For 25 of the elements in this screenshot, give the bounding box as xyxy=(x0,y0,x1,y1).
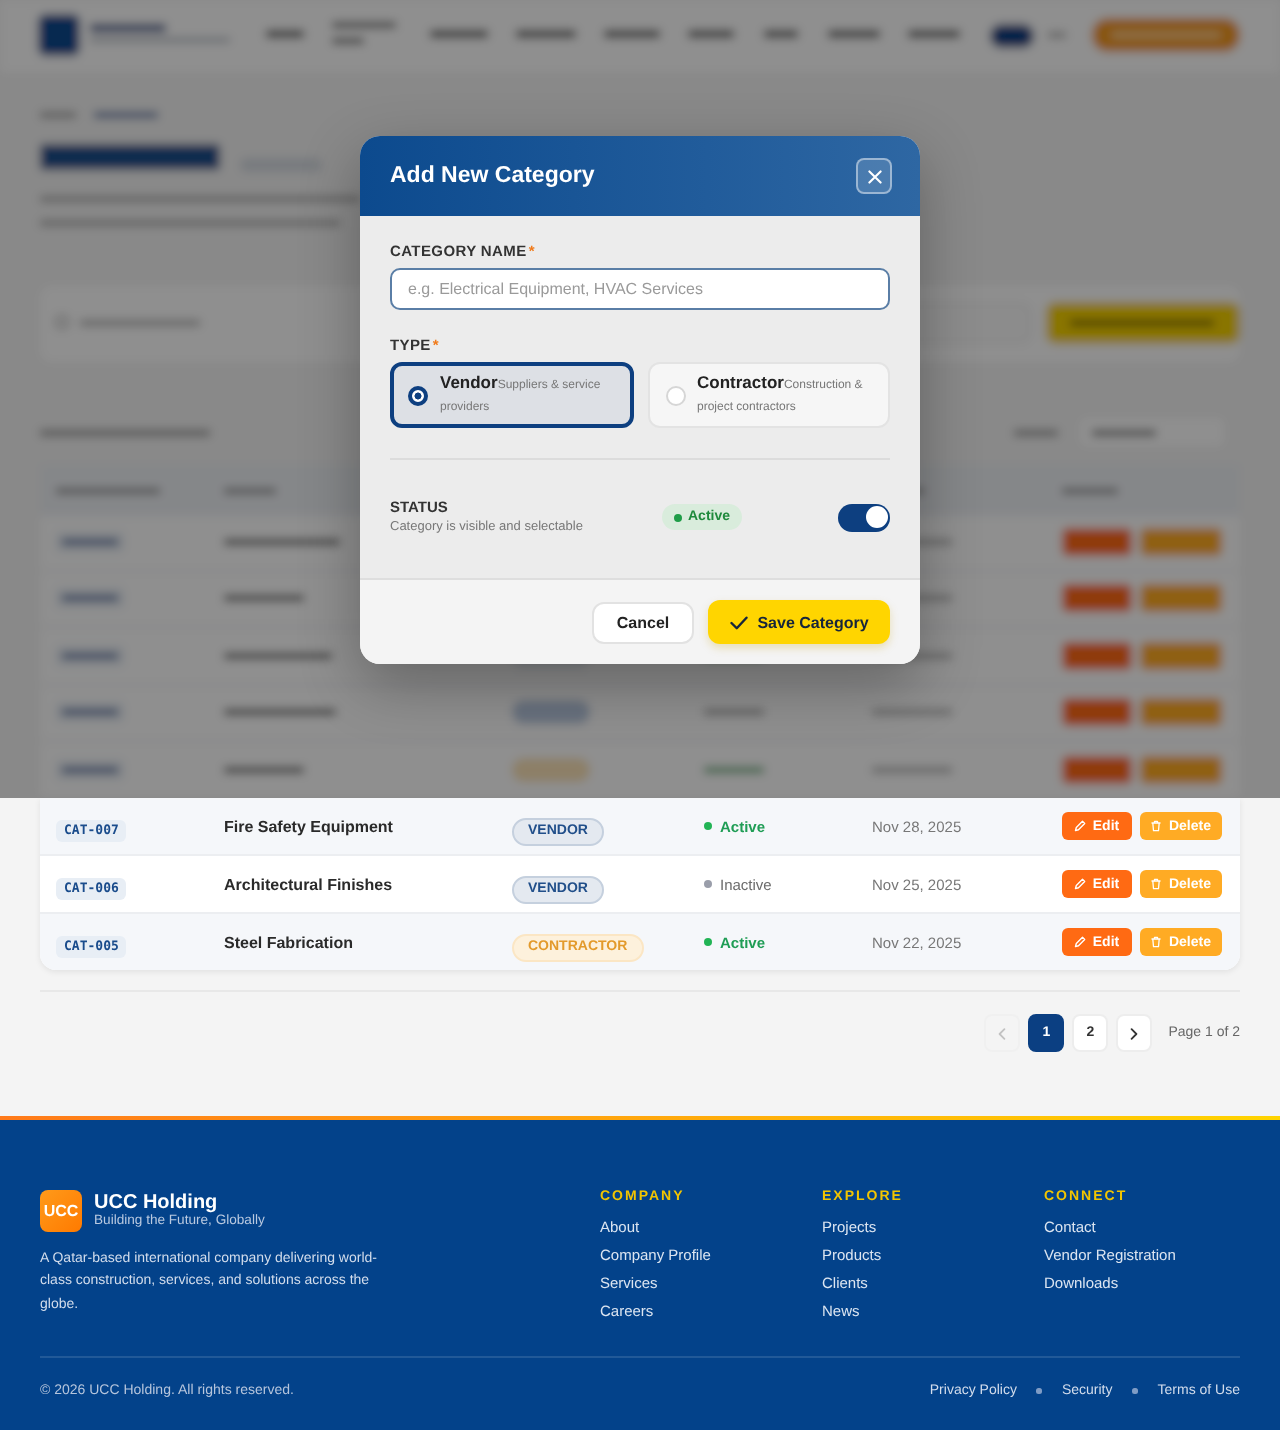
dialog-title: Add New Category xyxy=(390,164,595,188)
chevron-left-icon xyxy=(998,1027,1007,1039)
pencil-icon xyxy=(1074,820,1087,832)
category-name: Architectural Finishes xyxy=(224,875,395,893)
separator-dot-icon xyxy=(1036,1388,1042,1394)
category-name-field[interactable]: e.g. Electrical Equipment, HVAC Services xyxy=(390,268,890,310)
cancel-button[interactable]: Cancel xyxy=(592,601,694,643)
radio-icon xyxy=(665,385,685,405)
brand-name: UCC Holding xyxy=(94,1192,220,1214)
save-button[interactable]: Save Category xyxy=(708,600,890,644)
separator-dot-icon xyxy=(1132,1388,1138,1394)
trash-icon xyxy=(1150,936,1163,948)
trash-icon xyxy=(1150,820,1163,832)
radio-icon xyxy=(408,385,428,405)
status-dot-icon xyxy=(674,513,682,521)
check-icon xyxy=(729,615,748,629)
close-icon xyxy=(867,169,881,183)
category-name: Steel Fabrication xyxy=(224,933,355,951)
pencil-icon xyxy=(1074,936,1087,948)
trash-icon xyxy=(1150,878,1163,890)
category-name: Fire Safety Equipment xyxy=(224,817,395,835)
pencil-icon xyxy=(1074,878,1087,890)
chevron-right-icon xyxy=(1130,1027,1139,1039)
close-button[interactable] xyxy=(856,158,892,194)
status-toggle[interactable] xyxy=(838,503,890,531)
